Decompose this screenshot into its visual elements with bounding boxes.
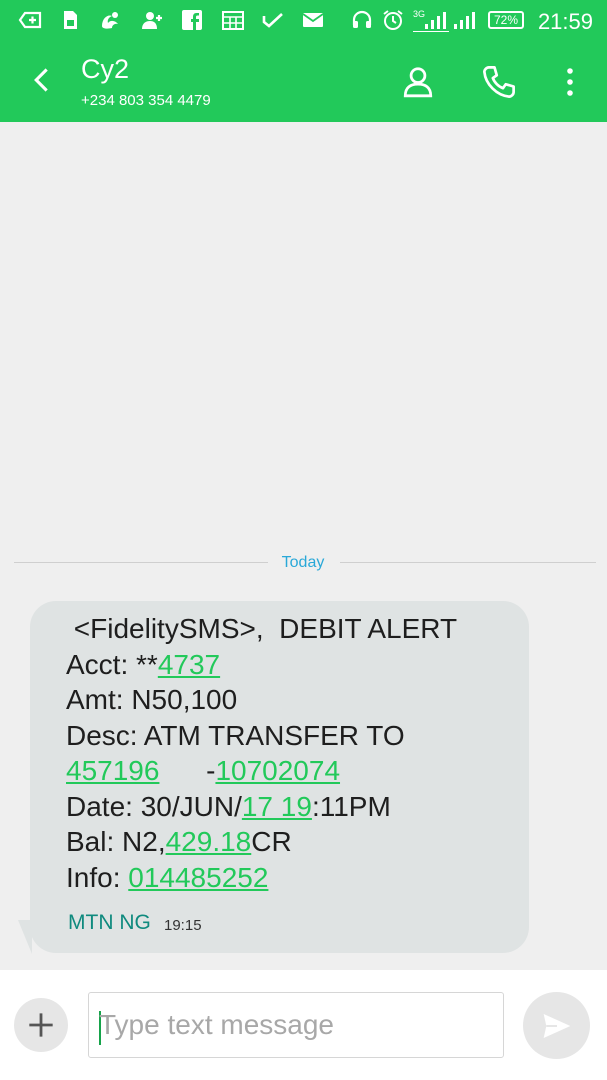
- plus-icon: [29, 1013, 53, 1037]
- svg-text:3G: 3G: [413, 9, 425, 19]
- send-icon: [543, 1013, 570, 1038]
- message-line: Info: 014485252: [66, 860, 506, 896]
- calendar-icon: [221, 8, 245, 32]
- chevron-left-icon: [34, 68, 48, 92]
- back-button[interactable]: [24, 62, 60, 98]
- message-line: Amt: N50,100: [66, 682, 506, 718]
- check-icon: [261, 8, 285, 32]
- message-link[interactable]: 4737: [158, 649, 220, 680]
- send-button[interactable]: [523, 992, 590, 1059]
- signal-3g-icon: 3G: [413, 8, 449, 32]
- facebook-icon: [180, 8, 204, 32]
- message-line: Acct: **4737: [66, 647, 506, 683]
- more-vertical-icon: [567, 68, 573, 96]
- message-time: 19:15: [164, 917, 202, 934]
- message-input[interactable]: [97, 1001, 479, 1049]
- message-line: Date: 30/JUN/17 19:11PM: [66, 789, 506, 825]
- signal-icon: [452, 8, 480, 32]
- uc-browser-icon: [98, 8, 122, 32]
- add-attachment-button[interactable]: [14, 998, 68, 1052]
- message-text-segment: Info:: [66, 861, 129, 893]
- message-text-segment: :11PM: [311, 790, 391, 822]
- status-bar: 3G 72% 21:59: [0, 0, 607, 40]
- contact-button[interactable]: [398, 62, 438, 102]
- date-divider: Today: [281, 554, 325, 571]
- email-icon: [301, 8, 325, 32]
- message-composer: [0, 970, 607, 1080]
- message-link[interactable]: 429.18: [166, 826, 252, 857]
- message-text-segment: Bal: N2,: [66, 826, 166, 857]
- message-sender: MTN NG: [68, 911, 151, 934]
- message-input-box[interactable]: [88, 992, 504, 1058]
- message-line: Bal: N2,429.18CR: [66, 824, 506, 860]
- message-line: <FidelitySMS>, DEBIT ALERT: [66, 611, 506, 647]
- message-text-segment: -: [159, 755, 216, 786]
- message-text-segment: Desc: ATM TRANSFER TO: [66, 719, 405, 751]
- message-text-segment: CR: [251, 826, 292, 857]
- phone-icon: [483, 66, 515, 98]
- message-text-segment: Date: 30/JUN/: [66, 790, 242, 822]
- message-line: Desc: ATM TRANSFER TO: [66, 718, 506, 754]
- message-thread[interactable]: Today <FidelitySMS>, DEBIT ALERT Acct: **…: [0, 122, 607, 970]
- add-contact-icon: [140, 8, 164, 32]
- battery-icon: 72%: [488, 11, 524, 29]
- message-link[interactable]: 17 19: [242, 791, 312, 822]
- message-link[interactable]: 10702074: [215, 755, 340, 786]
- message-link[interactable]: 014485252: [128, 862, 268, 893]
- person-icon: [403, 67, 433, 98]
- message-line: 457196 -10702074: [66, 753, 506, 789]
- clock: 21:59: [537, 9, 593, 34]
- date-divider-line-right: [340, 562, 596, 563]
- overflow-menu-button[interactable]: [550, 62, 590, 102]
- conversation-header: Cy2 +234 803 354 4479: [0, 40, 607, 122]
- screenshot-icon: [18, 8, 42, 32]
- headphones-icon: [350, 8, 374, 32]
- alarm-icon: [381, 8, 405, 32]
- contact-number: +234 803 354 4479: [81, 92, 211, 109]
- date-divider-line-left: [14, 562, 268, 563]
- contact-name: Cy2: [81, 54, 130, 84]
- message-text-segment: Amt: N50,100: [66, 684, 238, 715]
- message-text-segment: Acct: **: [66, 648, 158, 680]
- message-bubble[interactable]: <FidelitySMS>, DEBIT ALERT Acct: **4737 Am…: [30, 601, 529, 953]
- call-button[interactable]: [479, 62, 519, 102]
- sim-icon: [58, 8, 82, 32]
- message-text: <FidelitySMS>, DEBIT ALERT Acct: **4737 Am…: [66, 611, 506, 895]
- message-text-segment: <FidelitySMS>, DEBIT ALERT: [66, 613, 458, 644]
- message-link[interactable]: 457196: [66, 755, 159, 786]
